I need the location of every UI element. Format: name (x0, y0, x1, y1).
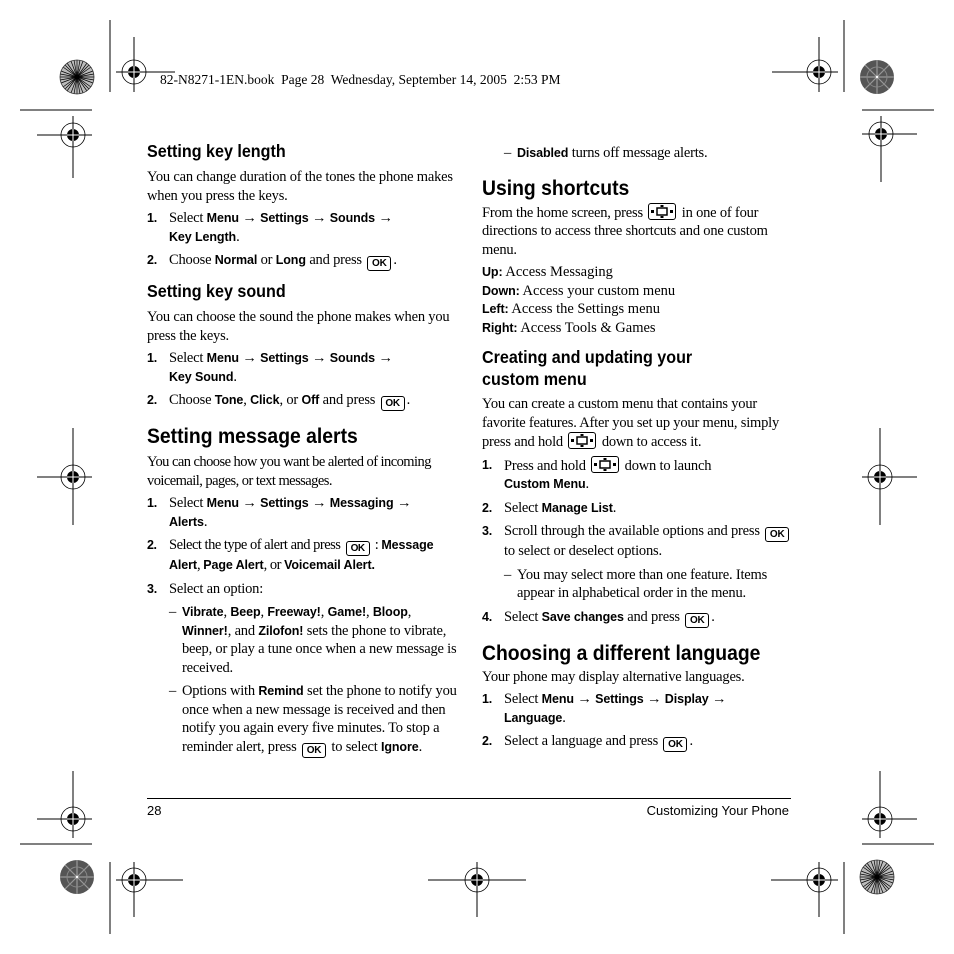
section-message-alerts: Setting message alerts You can choose ho… (147, 423, 457, 758)
chapter-title: Customizing Your Phone (646, 803, 789, 818)
message-alerts-intro: You can choose how you want be alerted o… (147, 454, 431, 489)
section-using-shortcuts: Using shortcuts From the home screen, pr… (482, 175, 792, 338)
custom-menu-step-1: 1. Press and hold down to launch Custom … (482, 455, 712, 492)
key-sound-step-1: 1. Select Menu → Settings → Sounds → Key… (147, 350, 393, 385)
custom-menu-step-2: 2. Select Manage List. (482, 499, 617, 516)
disabled-note: – Disabled turns off message alerts. (504, 145, 708, 161)
page-number: 28 (147, 803, 162, 818)
heading-custom-menu-line1: Creating and updating your (482, 347, 693, 367)
nav-key-icon (648, 202, 677, 220)
section-language: Choosing a different language Your phone… (482, 640, 792, 752)
right-column: – Disabled turns off message alerts. Usi… (482, 140, 792, 752)
message-alerts-step-2: 2. Select the type of alert and press OK… (147, 537, 434, 573)
ok-key-icon: OK (765, 527, 790, 542)
nav-key-icon (568, 432, 597, 449)
shortcut-down: Down: Access your custom menu (482, 282, 676, 299)
heading-key-sound: Setting key sound (147, 281, 286, 301)
section-key-sound: Setting key sound You can choose the sou… (147, 280, 457, 411)
custom-menu-step-3: 3. Scroll through the available options … (482, 522, 792, 561)
key-length-step-1: 1. Select Menu → Settings → Sounds → Key… (147, 210, 393, 245)
ok-key-icon: OK (345, 541, 370, 556)
left-column: Setting key length You can change durati… (147, 140, 457, 758)
alert-option-tones: – Vibrate, Beep, Freeway!, Game!, Bloop,… (169, 604, 457, 676)
color-target-top-right (859, 59, 895, 95)
shortcut-left: Left: Access the Settings menu (482, 301, 660, 317)
key-length-step-2: 2. Choose Normal or Long and press OK. (147, 252, 397, 271)
print-slug: 82-N8271-1EN.book Page 28 Wednesday, Sep… (160, 72, 561, 87)
nav-key-icon (591, 455, 620, 473)
custom-menu-step-4: 4. Select Save changes and press OK. (482, 608, 715, 628)
color-target-top-left (59, 59, 95, 95)
color-target-bottom-left (59, 859, 95, 895)
language-intro: Your phone may display alternative langu… (482, 668, 745, 685)
ok-key-icon: OK (380, 396, 405, 411)
custom-menu-step-3-note: – You may select more than one feature. … (504, 566, 768, 602)
shortcut-up: Up: Access Messaging (482, 264, 613, 280)
ok-key-icon: OK (302, 742, 326, 758)
ok-key-icon: OK (685, 612, 710, 628)
heading-message-alerts: Setting message alerts (147, 424, 358, 448)
key-sound-step-2: 2. Choose Tone, Click, or Off and press … (147, 392, 411, 411)
section-key-length: Setting key length You can change durati… (147, 140, 457, 271)
ok-key-icon: OK (663, 737, 688, 752)
key-length-intro: You can change duration of the tones the… (147, 169, 453, 204)
color-target-bottom-right (859, 859, 895, 895)
shortcut-right: Right: Access Tools & Games (482, 319, 656, 336)
custom-menu-intro: You can create a custom menu that contai… (482, 396, 780, 450)
language-step-1: 1. Select Menu → Settings → Display → La… (482, 691, 727, 726)
section-custom-menu: Creating and updating your custom menu Y… (482, 346, 792, 628)
heading-key-length: Setting key length (147, 141, 286, 161)
heading-using-shortcuts: Using shortcuts (482, 175, 630, 200)
printer-marks (20, 20, 934, 934)
message-alerts-step-3: 3. Select an option: (147, 580, 264, 597)
alert-option-remind: – Options with Remind set the phone to n… (169, 683, 457, 758)
ok-key-icon: OK (367, 256, 392, 271)
message-alerts-step-1: 1. Select Menu → Settings → Messaging → … (147, 495, 412, 530)
heading-custom-menu-line2: custom menu (482, 369, 587, 389)
heading-language: Choosing a different language (482, 640, 761, 665)
language-step-2: 2. Select a language and press OK. (482, 733, 693, 752)
footer-rule (147, 798, 791, 799)
shortcuts-intro: From the home screen, press in one of fo… (482, 202, 768, 258)
shortcut-list: Up: Access Messaging Down: Access your c… (482, 263, 792, 337)
key-sound-intro: You can choose the sound the phone makes… (147, 309, 450, 344)
